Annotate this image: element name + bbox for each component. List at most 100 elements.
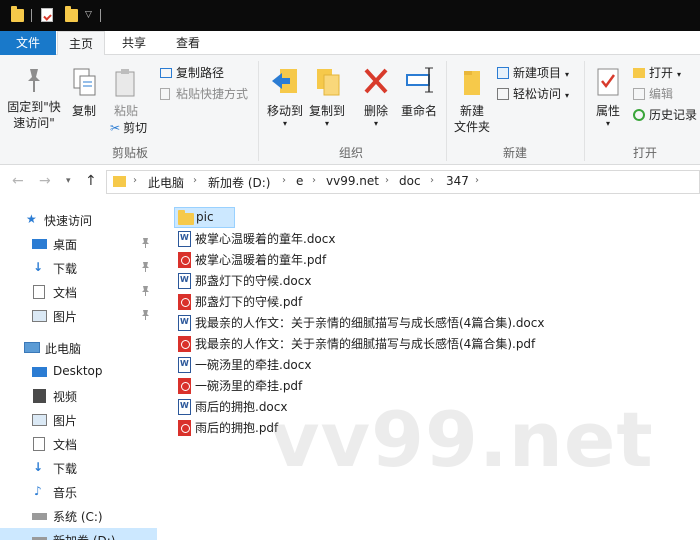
delete-label: 删除 [363, 104, 388, 118]
move-to-button[interactable]: 移动到 ▾ [264, 65, 306, 129]
properties-button[interactable]: 属性 ▾ [590, 65, 626, 129]
pin-to-quick-access-button[interactable]: 固定到"快 速访问" [6, 67, 62, 131]
new-folder-icon [464, 71, 480, 95]
history-label: 历史记录 [649, 108, 698, 122]
breadcrumb-separator-icon[interactable]: › [133, 175, 137, 186]
tab-home[interactable]: 主页 [57, 31, 105, 56]
paste-button[interactable]: 粘贴 [108, 67, 144, 119]
breadcrumb-separator-icon[interactable]: › [312, 175, 316, 186]
customize-toolbar-chevron-icon[interactable]: ▽ [85, 10, 92, 20]
rename-icon [406, 67, 433, 93]
new-folder-button[interactable]: 新建 文件夹 [450, 65, 494, 135]
pin-icon [28, 69, 40, 92]
properties-quick-icon[interactable] [41, 8, 53, 22]
breadcrumb-e[interactable]: e [296, 174, 303, 188]
new-item-button[interactable]: 新建项目 ▾ [497, 64, 569, 82]
tab-share[interactable]: 共享 [110, 31, 158, 55]
ribbon-tabs: 文件 主页 共享 查看 [0, 31, 700, 56]
tab-file[interactable]: 文件 [0, 31, 56, 55]
breadcrumb-vv99[interactable]: vv99.net [326, 174, 379, 188]
breadcrumb-doc[interactable]: doc [399, 174, 421, 188]
nav-item-drive-c[interactable]: 系统 (C:) [0, 504, 157, 528]
nav-item-desktop[interactable]: 桌面 [0, 232, 157, 256]
pictures-icon [32, 414, 47, 426]
cut-label: 剪切 [123, 121, 148, 135]
file-name: 被掌心温暖着的童年.pdf [195, 253, 327, 267]
rename-button[interactable]: 重命名 [398, 65, 440, 119]
address-bar[interactable]: › 此电脑 › 新加卷 (D:) › e › vv99.net › doc › … [106, 170, 700, 194]
nav-item-pictures-pc[interactable]: 图片 [0, 408, 157, 432]
dropdown-arrow-icon: ▾ [605, 119, 610, 128]
nav-item-label: 视频 [53, 390, 78, 404]
list-item-file[interactable]: 那盏灯下的守候.docx [174, 270, 474, 291]
properties-icon [597, 68, 619, 96]
list-item-file[interactable]: 雨后的拥抱.docx [174, 396, 474, 417]
title-bar: ▽ [0, 0, 700, 31]
list-item-file[interactable]: 那盏灯下的守候.pdf [174, 291, 474, 312]
recent-locations-chevron-icon[interactable]: ▾ [66, 176, 71, 186]
clipboard-group-label: 剪贴板 [111, 146, 148, 160]
nav-item-label: 音乐 [53, 486, 78, 500]
breadcrumb-separator-icon[interactable]: › [475, 175, 479, 186]
list-item-file[interactable]: 一碗汤里的牵挂.docx [174, 354, 474, 375]
list-item-file[interactable]: 我最亲的人作文：关于亲情的细腻描写与成长感悟(4篇合集).docx [174, 312, 574, 333]
desktop-icon [32, 239, 47, 249]
nav-item-downloads[interactable]: ↓ 下载 [0, 256, 157, 280]
nav-item-documents-pc[interactable]: 文档 [0, 432, 157, 456]
pin-icon[interactable] [142, 262, 149, 272]
nav-item-downloads-pc[interactable]: ↓ 下载 [0, 456, 157, 480]
nav-this-pc[interactable]: 此电脑 [0, 336, 157, 360]
pin-icon[interactable] [142, 238, 149, 248]
folder-icon [178, 210, 194, 225]
breadcrumb-drive-d[interactable]: 新加卷 (D:) [208, 174, 270, 191]
tab-view[interactable]: 查看 [162, 31, 214, 55]
open-button[interactable]: 打开 ▾ [633, 64, 681, 82]
pin-icon[interactable] [142, 286, 149, 296]
list-item-file[interactable]: 一碗汤里的牵挂.pdf [174, 375, 474, 396]
back-arrow-icon[interactable]: ← [12, 173, 24, 189]
nav-item-documents[interactable]: 文档 [0, 280, 157, 304]
copy-path-icon [160, 68, 172, 78]
cut-button[interactable]: ✂ 剪切 [110, 119, 147, 137]
breadcrumb-separator-icon[interactable]: › [430, 175, 434, 186]
new-folder-quick-icon[interactable] [65, 6, 78, 22]
file-name: 我最亲的人作文：关于亲情的细腻描写与成长感悟(4篇合集).pdf [195, 337, 536, 351]
list-item-file[interactable]: 雨后的拥抱.pdf [174, 417, 474, 438]
delete-button[interactable]: 删除 ▾ [360, 65, 392, 129]
paste-shortcut-button[interactable]: 粘贴快捷方式 [160, 85, 248, 103]
nav-item-drive-d[interactable]: 新加卷 (D:) [0, 528, 157, 540]
word-document-icon [178, 231, 191, 247]
list-item-file[interactable]: 被掌心温暖着的童年.docx [174, 228, 474, 249]
breadcrumb-separator-icon[interactable]: › [385, 175, 389, 186]
edit-button[interactable]: 编辑 [633, 85, 673, 103]
breadcrumb-separator-icon[interactable]: › [193, 175, 197, 186]
file-name: 我最亲的人作文：关于亲情的细腻描写与成长感悟(4篇合集).docx [195, 316, 545, 330]
copy-icon [73, 68, 96, 96]
music-note-icon: ♪ [34, 484, 42, 498]
list-item-file[interactable]: 我最亲的人作文：关于亲情的细腻描写与成长感悟(4篇合集).pdf [174, 333, 574, 354]
list-item-folder[interactable]: pic [174, 207, 235, 228]
nav-item-videos[interactable]: 视频 [0, 384, 157, 408]
nav-item-music[interactable]: ♪ 音乐 [0, 480, 157, 504]
navigation-pane: ★ 快速访问 桌面 ↓ 下载 文档 图片 此电脑 Desktop 视频 图片 文… [0, 203, 157, 540]
easy-access-button[interactable]: 轻松访问 ▾ [497, 85, 569, 103]
word-document-icon [178, 357, 191, 373]
nav-item-pictures[interactable]: 图片 [0, 304, 157, 328]
file-list: pic 被掌心温暖着的童年.docx 被掌心温暖着的童年.pdf 那盏灯下的守候… [170, 203, 700, 540]
copy-button[interactable]: 复制 [68, 67, 100, 119]
group-separator [584, 61, 585, 161]
up-arrow-icon[interactable]: ↑ [85, 173, 97, 189]
pin-icon[interactable] [142, 310, 149, 320]
breadcrumb-this-pc[interactable]: 此电脑 [148, 174, 184, 191]
breadcrumb-separator-icon[interactable]: › [282, 175, 286, 186]
nav-item-desktop-pc[interactable]: Desktop [0, 360, 157, 384]
forward-arrow-icon[interactable]: → [39, 173, 51, 189]
pdf-icon [178, 252, 191, 268]
list-item-file[interactable]: 被掌心温暖着的童年.pdf [174, 249, 474, 270]
pin-label-line2: 速访问" [13, 116, 55, 130]
history-button[interactable]: 历史记录 [633, 106, 697, 124]
breadcrumb-347[interactable]: 347 [446, 174, 469, 188]
copy-path-button[interactable]: 复制路径 [160, 64, 224, 82]
nav-quick-access[interactable]: ★ 快速访问 [0, 208, 157, 232]
copy-to-button[interactable]: 复制到 ▾ [306, 65, 348, 129]
